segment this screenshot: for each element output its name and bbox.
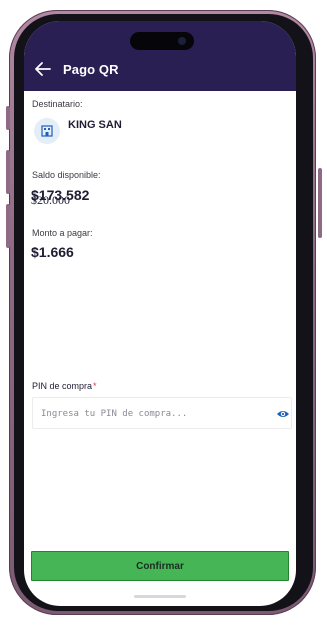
eye-icon[interactable]: [276, 407, 290, 419]
phone-volume-down-button: [6, 204, 10, 248]
balance-value-overlay: $20.000: [31, 193, 70, 207]
pin-field[interactable]: [32, 397, 292, 429]
app-screen: Pago QR Destinatario: KING SAN Saldo dis…: [24, 21, 296, 606]
required-mark: *: [93, 381, 97, 391]
page-title: Pago QR: [63, 62, 119, 77]
home-indicator: [134, 595, 186, 598]
camera-icon: [178, 37, 186, 45]
phone-side-button: [6, 106, 10, 130]
app-header: Pago QR: [24, 21, 296, 91]
building-icon: [34, 118, 60, 144]
pin-label: PIN de compra*: [32, 381, 97, 391]
recipient-label: Destinatario:: [32, 99, 83, 109]
phone-power-button: [318, 168, 322, 238]
recipient-name: KING SAN: [68, 119, 122, 131]
dynamic-island: [130, 32, 194, 50]
confirm-button[interactable]: Confirmar: [31, 551, 289, 581]
amount-value: $1.666: [31, 244, 74, 260]
pin-input[interactable]: [39, 403, 263, 425]
amount-label: Monto a pagar:: [32, 228, 93, 238]
phone-volume-up-button: [6, 150, 10, 194]
balance-label: Saldo disponible:: [32, 170, 101, 180]
pin-label-text: PIN de compra: [32, 381, 93, 391]
arrow-left-icon[interactable]: [33, 61, 53, 77]
